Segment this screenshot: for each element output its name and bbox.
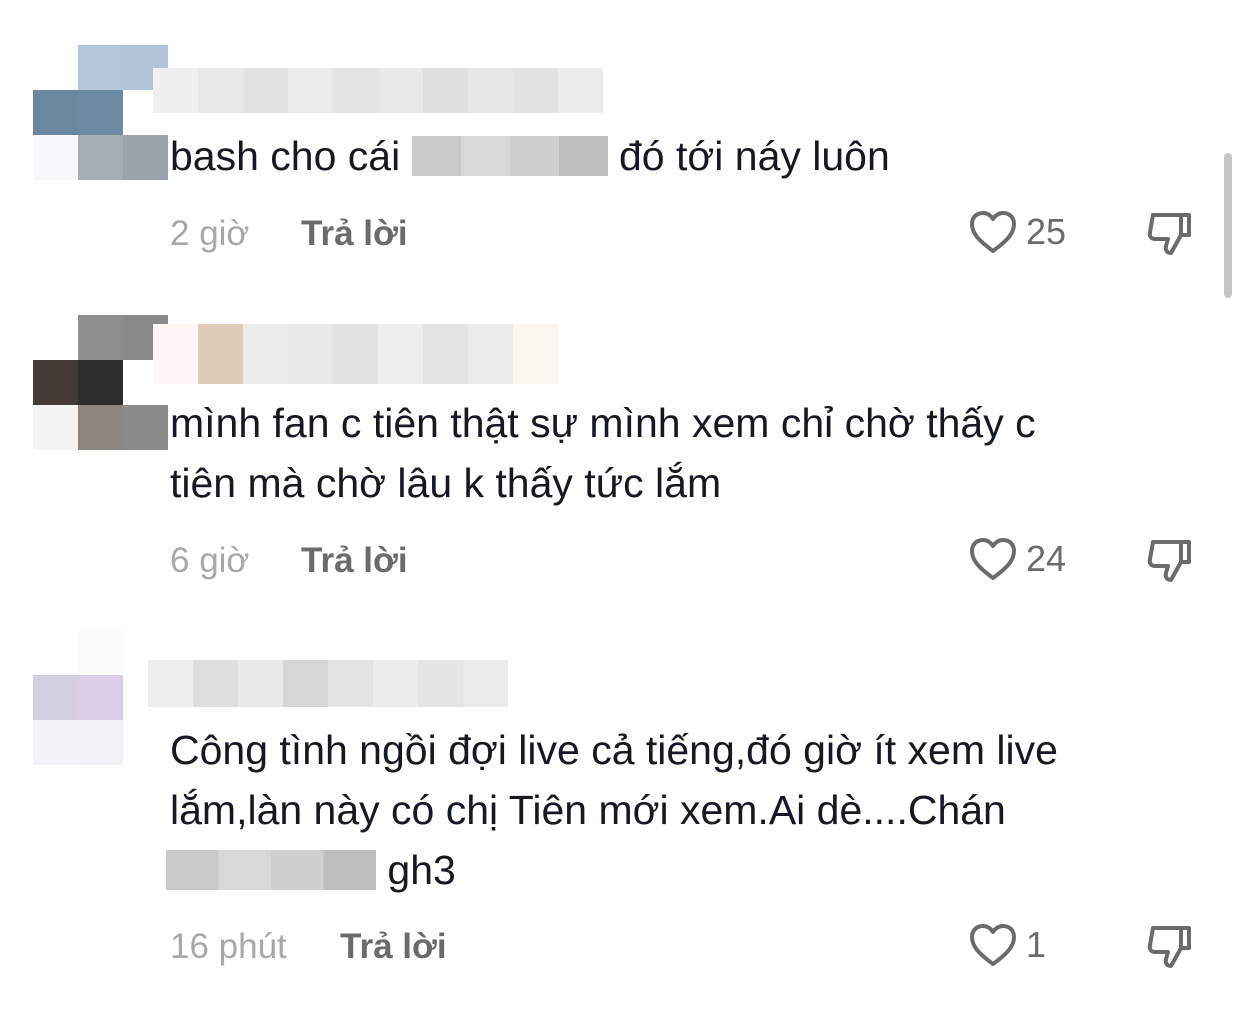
dislike-button[interactable] (1145, 922, 1195, 975)
like-button[interactable]: 25 (968, 209, 1066, 255)
comment-meta: 6 giờ Trả lời (170, 541, 408, 581)
comment-text: bash cho cái đó tới náy luôn (170, 126, 890, 186)
comment-meta: 2 giờ Trả lời (170, 214, 408, 254)
blurred-text (166, 850, 376, 890)
dislike-button[interactable] (1145, 536, 1195, 589)
like-count: 24 (1026, 538, 1067, 579)
heart-outline-icon (970, 538, 1016, 580)
comment-text-part: gh3 (376, 847, 456, 893)
heart-outline-icon (970, 924, 1016, 966)
heart-outline-icon (970, 211, 1016, 253)
like-button[interactable]: 1 (968, 922, 1046, 968)
comment-meta: 16 phút Trả lời (170, 927, 447, 967)
username-blurred[interactable] (153, 324, 558, 384)
avatar[interactable] (33, 315, 168, 450)
comment-time: 6 giờ (170, 541, 250, 580)
username-blurred[interactable] (148, 660, 508, 707)
like-count: 1 (1026, 924, 1047, 965)
comment-text: mình fan c tiên thật sự mình xem chỉ chờ… (170, 400, 1036, 506)
comment-text-part: bash cho cái (170, 133, 412, 179)
thumbs-down-icon (1147, 213, 1191, 255)
comment-text-part: đó tới náy luôn (607, 133, 890, 179)
comment-text: Công tình ngồi đợi live cả tiếng,đó giờ … (166, 720, 1058, 900)
scrollbar[interactable] (1224, 153, 1232, 298)
like-count: 25 (1026, 211, 1067, 252)
like-button[interactable]: 24 (968, 536, 1066, 582)
comment-text-part: Công tình ngồi đợi live cả tiếng,đó giờ … (170, 727, 1058, 833)
reply-button[interactable]: Trả lời (340, 927, 447, 967)
reply-button[interactable]: Trả lời (301, 541, 408, 581)
dislike-button[interactable] (1145, 209, 1195, 262)
comment-time: 2 giờ (170, 214, 250, 253)
reply-button[interactable]: Trả lời (301, 214, 408, 254)
comment-time: 16 phút (170, 927, 287, 966)
avatar[interactable] (33, 45, 168, 180)
username-blurred[interactable] (153, 68, 603, 113)
thumbs-down-icon (1147, 540, 1191, 582)
blurred-text (411, 136, 608, 176)
thumbs-down-icon (1147, 926, 1191, 968)
